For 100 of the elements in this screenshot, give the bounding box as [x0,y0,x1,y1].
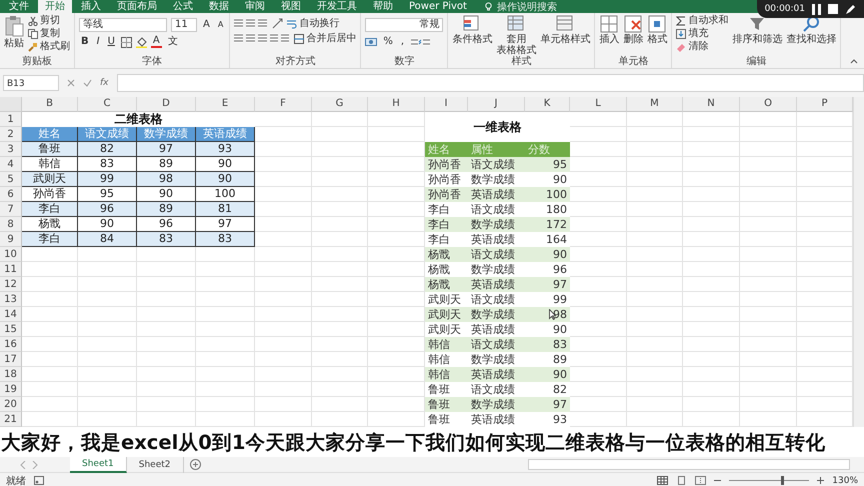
format-painter-button[interactable]: 格式刷 [28,41,70,52]
row-header[interactable]: 20 [0,397,22,412]
row-header[interactable]: 21 [0,412,22,427]
row-header[interactable]: 15 [0,322,22,337]
row-header[interactable]: 3 [0,142,22,157]
cell-styles-button[interactable]: 单元格样式 [540,15,590,45]
font-color-button[interactable]: A [150,36,162,48]
format-as-table-button[interactable]: 套用 表格格式 [496,15,536,56]
table-cell: 鲁班 [425,412,468,427]
font-size-dropdown[interactable]: 11 [171,18,197,32]
insert-button[interactable]: 插入 [599,15,620,45]
column-header[interactable]: M [627,97,683,112]
wrap-text-button[interactable]: 自动换行 [287,18,340,29]
menu-tab[interactable]: 数据 [202,0,236,13]
sheet-tab[interactable]: Sheet1 [70,456,127,472]
menu-tab[interactable]: 公式 [166,0,200,13]
check-icon[interactable] [83,79,92,87]
plus-icon[interactable] [817,477,824,484]
collapse-ribbon-icon[interactable] [850,58,858,64]
italic-button[interactable]: I [94,36,102,48]
row-header[interactable]: 5 [0,172,22,187]
menu-tab[interactable]: 帮助 [366,0,400,13]
column-header[interactable]: F [255,97,312,112]
fill-button[interactable]: 填充 [676,28,728,39]
grid-icon [648,15,666,33]
insert-function-button[interactable]: fx [100,78,108,88]
page-layout-icon[interactable] [676,476,688,485]
row-header[interactable]: 8 [0,217,22,232]
normal-view-icon[interactable] [657,476,668,485]
sort-filter-button[interactable]: 排序和筛选 [732,15,782,45]
column-header[interactable]: H [368,97,425,112]
menu-tab[interactable]: 开发工具 [310,0,364,13]
macro-record-icon[interactable] [34,476,44,485]
autosum-button[interactable]: 自动求和 [676,15,728,26]
menu-tab[interactable]: 审阅 [238,0,272,13]
font-family-dropdown[interactable]: 等线 [79,18,167,32]
menu-tab[interactable]: 文件 [2,0,36,13]
menu-tab[interactable]: 页面布局 [110,0,164,13]
tell-me-search[interactable]: 操作说明搜索 [496,0,557,14]
shrink-font-button[interactable]: A [216,19,226,31]
column-header[interactable]: P [797,97,853,112]
column-header[interactable]: D [137,97,196,112]
page-break-icon[interactable] [695,476,706,485]
row-header[interactable]: 11 [0,262,22,277]
row-header[interactable]: 2 [0,127,22,142]
column-header[interactable]: L [570,97,627,112]
row-header[interactable]: 17 [0,352,22,367]
column-header[interactable]: G [312,97,368,112]
find-select-button[interactable]: 查找和选择 [786,15,836,45]
zoom-level[interactable]: 130% [832,476,858,486]
table-cell: 93 [525,412,570,427]
column-header[interactable]: E [196,97,255,112]
menu-tab[interactable]: 插入 [74,0,108,13]
comma-button[interactable]: , [398,36,406,48]
phonetic-button[interactable]: 文 [166,36,180,48]
pause-icon[interactable] [812,4,821,14]
row-header[interactable]: 19 [0,382,22,397]
pen-icon[interactable] [845,4,856,14]
delete-button[interactable]: 删除 [623,15,644,45]
row-header[interactable]: 4 [0,157,22,172]
grow-font-button[interactable]: A [201,19,212,31]
column-header[interactable]: J [468,97,525,112]
name-box[interactable]: B13 [3,75,59,91]
copy-button[interactable]: 复制 [28,28,70,39]
column-header[interactable]: O [740,97,797,112]
percent-button[interactable]: % [381,36,395,48]
number-format-dropdown[interactable]: 常规 [365,18,444,32]
vertical-scrollbar[interactable] [853,97,864,427]
column-header[interactable]: B [22,97,78,112]
column-header[interactable]: N [683,97,740,112]
horizontal-scrollbar[interactable] [528,459,850,470]
row-header[interactable]: 16 [0,337,22,352]
menu-tab[interactable]: 视图 [274,0,308,13]
bold-button[interactable]: B [79,36,91,48]
underline-button[interactable]: U [106,36,117,48]
clear-button[interactable]: 清除 [676,41,728,52]
row-header[interactable]: 14 [0,307,22,322]
row-header[interactable]: 18 [0,367,22,382]
column-header[interactable]: I [425,97,468,112]
add-sheet-icon[interactable] [190,459,200,470]
format-button[interactable]: 格式 [647,15,668,45]
column-header[interactable]: C [78,97,137,112]
conditional-format-button[interactable]: 条件格式 [452,15,492,45]
menu-tab[interactable]: 开始 [38,0,72,13]
row-header[interactable]: 12 [0,277,22,292]
row-header[interactable]: 6 [0,187,22,202]
row-header[interactable]: 9 [0,232,22,247]
merge-center-button[interactable]: 合并后居中 [294,33,356,44]
row-header[interactable]: 10 [0,247,22,262]
formula-input[interactable] [116,74,864,92]
close-icon[interactable] [67,79,75,87]
cut-button[interactable]: 剪切 [28,15,70,26]
column-header[interactable]: K [525,97,570,112]
paste-button[interactable]: 粘贴 [4,15,24,49]
row-header[interactable]: 7 [0,202,22,217]
row-header[interactable]: 13 [0,292,22,307]
row-header[interactable]: 1 [0,112,22,127]
menu-tab[interactable]: Power Pivot [402,0,474,13]
table-cell: 李白 [425,232,468,247]
minus-icon[interactable] [714,477,722,484]
